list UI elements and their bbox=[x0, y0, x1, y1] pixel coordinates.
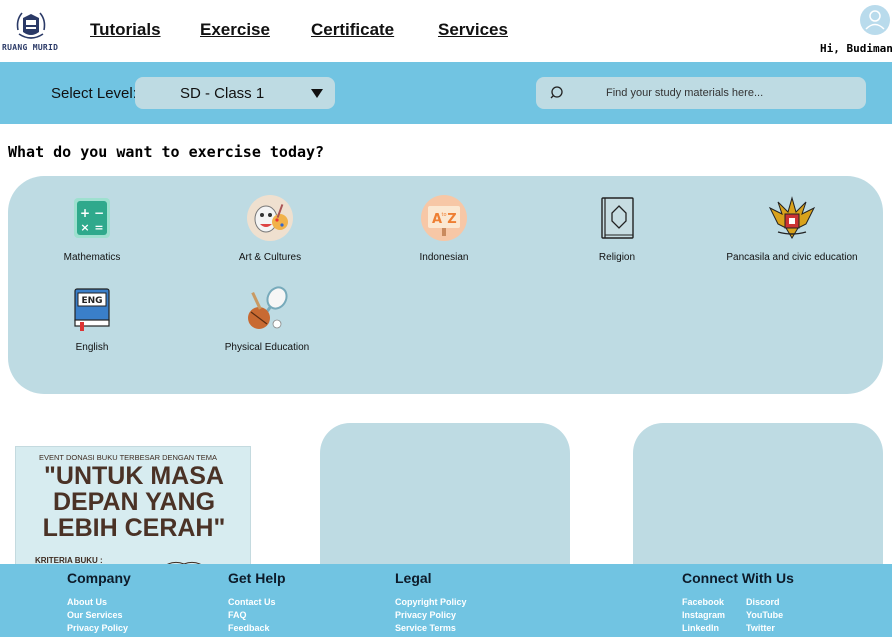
svg-text:=: = bbox=[94, 221, 103, 234]
subject-physical-education[interactable]: Physical Education bbox=[182, 284, 352, 364]
footer-connect-title: Connect With Us bbox=[682, 570, 794, 586]
subject-religion[interactable]: Religion bbox=[532, 194, 702, 274]
nav-exercise[interactable]: Exercise bbox=[200, 20, 270, 40]
caret-down-icon bbox=[311, 89, 323, 98]
level-bar: Select Level: SD - Class 1 bbox=[0, 62, 892, 124]
subject-label: Physical Education bbox=[224, 342, 310, 353]
nav-services[interactable]: Services bbox=[438, 20, 508, 40]
footer-help-title: Get Help bbox=[228, 570, 286, 586]
user-avatar[interactable] bbox=[860, 5, 890, 35]
holy-book-icon bbox=[601, 197, 634, 239]
subject-art-cultures[interactable]: Art & Cultures bbox=[185, 194, 355, 274]
footer-link-terms[interactable]: Service Terms bbox=[395, 623, 456, 633]
poster-headline: "UNTUK MASA DEPAN YANG LEBIH CERAH" bbox=[16, 462, 250, 542]
search-icon bbox=[550, 86, 563, 99]
svg-text:Z: Z bbox=[447, 212, 456, 227]
sports-gear-icon bbox=[248, 286, 288, 329]
poster-headline-line-3: LEBIH CERAH" bbox=[42, 514, 226, 542]
garuda-icon bbox=[768, 196, 816, 239]
subject-label: Art & Cultures bbox=[238, 252, 302, 263]
subject-label: Religion bbox=[598, 252, 636, 263]
nav-certificate[interactable]: Certificate bbox=[311, 20, 394, 40]
level-selected-value: SD - Class 1 bbox=[180, 85, 265, 102]
subject-indonesian[interactable]: A to Z Indonesian bbox=[359, 194, 529, 274]
subject-mathematics[interactable]: + − × = Mathematics bbox=[7, 194, 177, 274]
footer-company-title: Company bbox=[67, 570, 131, 586]
logo-text: RUANG MURID bbox=[2, 43, 59, 52]
calculator-icon: + − × = bbox=[74, 198, 110, 238]
subject-label: English bbox=[75, 342, 109, 353]
subject-label: Pancasila and civic education bbox=[726, 252, 858, 263]
search-box[interactable] bbox=[536, 77, 866, 109]
subject-label: Mathematics bbox=[63, 252, 121, 263]
donation-poster[interactable]: EVENT DONASI BUKU TERBESAR DENGAN TEMA "… bbox=[15, 446, 251, 576]
footer-link-privacy-company[interactable]: Privacy Policy bbox=[67, 623, 128, 633]
footer-link-youtube[interactable]: YouTube bbox=[746, 610, 783, 620]
a-to-z-icon: A to Z bbox=[421, 195, 467, 241]
footer-link-contact[interactable]: Contact Us bbox=[228, 597, 276, 607]
level-label: Select Level: bbox=[51, 85, 137, 102]
footer-link-our-services[interactable]: Our Services bbox=[67, 610, 123, 620]
svg-text:+: + bbox=[80, 206, 90, 220]
footer-link-facebook[interactable]: Facebook bbox=[682, 597, 724, 607]
poster-headline-line-2: DEPAN YANG bbox=[52, 488, 216, 516]
section-title: What do you want to exercise today? bbox=[8, 143, 325, 161]
footer-link-linkedin[interactable]: LinkedIn bbox=[682, 623, 719, 633]
footer: Company About Us Our Services Privacy Po… bbox=[0, 564, 892, 637]
svg-text:−: − bbox=[94, 206, 104, 220]
footer-link-copyright[interactable]: Copyright Policy bbox=[395, 597, 467, 607]
svg-text:ENG: ENG bbox=[81, 296, 102, 306]
top-header: RUANG MURID Tutorials Exercise Certifica… bbox=[0, 0, 892, 62]
level-select[interactable]: SD - Class 1 bbox=[135, 77, 335, 109]
subjects-panel: + − × = Mathematics Art & Cultures A to … bbox=[8, 176, 883, 394]
footer-link-feedback[interactable]: Feedback bbox=[228, 623, 270, 633]
logo-emblem-icon bbox=[16, 12, 46, 39]
user-greeting: Hi, Budiman bbox=[820, 42, 892, 55]
footer-legal-title: Legal bbox=[395, 570, 432, 586]
svg-text:×: × bbox=[80, 221, 89, 234]
nav-tutorials[interactable]: Tutorials bbox=[90, 20, 161, 40]
subject-english[interactable]: ENG English bbox=[7, 284, 177, 364]
footer-link-discord[interactable]: Discord bbox=[746, 597, 780, 607]
subject-pancasila[interactable]: Pancasila and civic education bbox=[707, 194, 877, 274]
eng-book-icon: ENG bbox=[74, 288, 110, 331]
footer-link-twitter[interactable]: Twitter bbox=[746, 623, 775, 633]
theater-mask-icon bbox=[247, 195, 293, 241]
footer-link-privacy-legal[interactable]: Privacy Policy bbox=[395, 610, 456, 620]
footer-link-about[interactable]: About Us bbox=[67, 597, 107, 607]
ruang-murid-logo[interactable]: RUANG MURID bbox=[2, 8, 60, 52]
subject-label: Indonesian bbox=[419, 252, 469, 263]
footer-link-faq[interactable]: FAQ bbox=[228, 610, 247, 620]
footer-link-instagram[interactable]: Instagram bbox=[682, 610, 725, 620]
search-input[interactable] bbox=[606, 83, 846, 103]
user-icon bbox=[865, 10, 885, 30]
poster-headline-line-1: "UNTUK MASA bbox=[44, 462, 224, 490]
svg-text:to: to bbox=[441, 212, 446, 218]
poster-top-line: EVENT DONASI BUKU TERBESAR DENGAN TEMA bbox=[39, 453, 217, 462]
